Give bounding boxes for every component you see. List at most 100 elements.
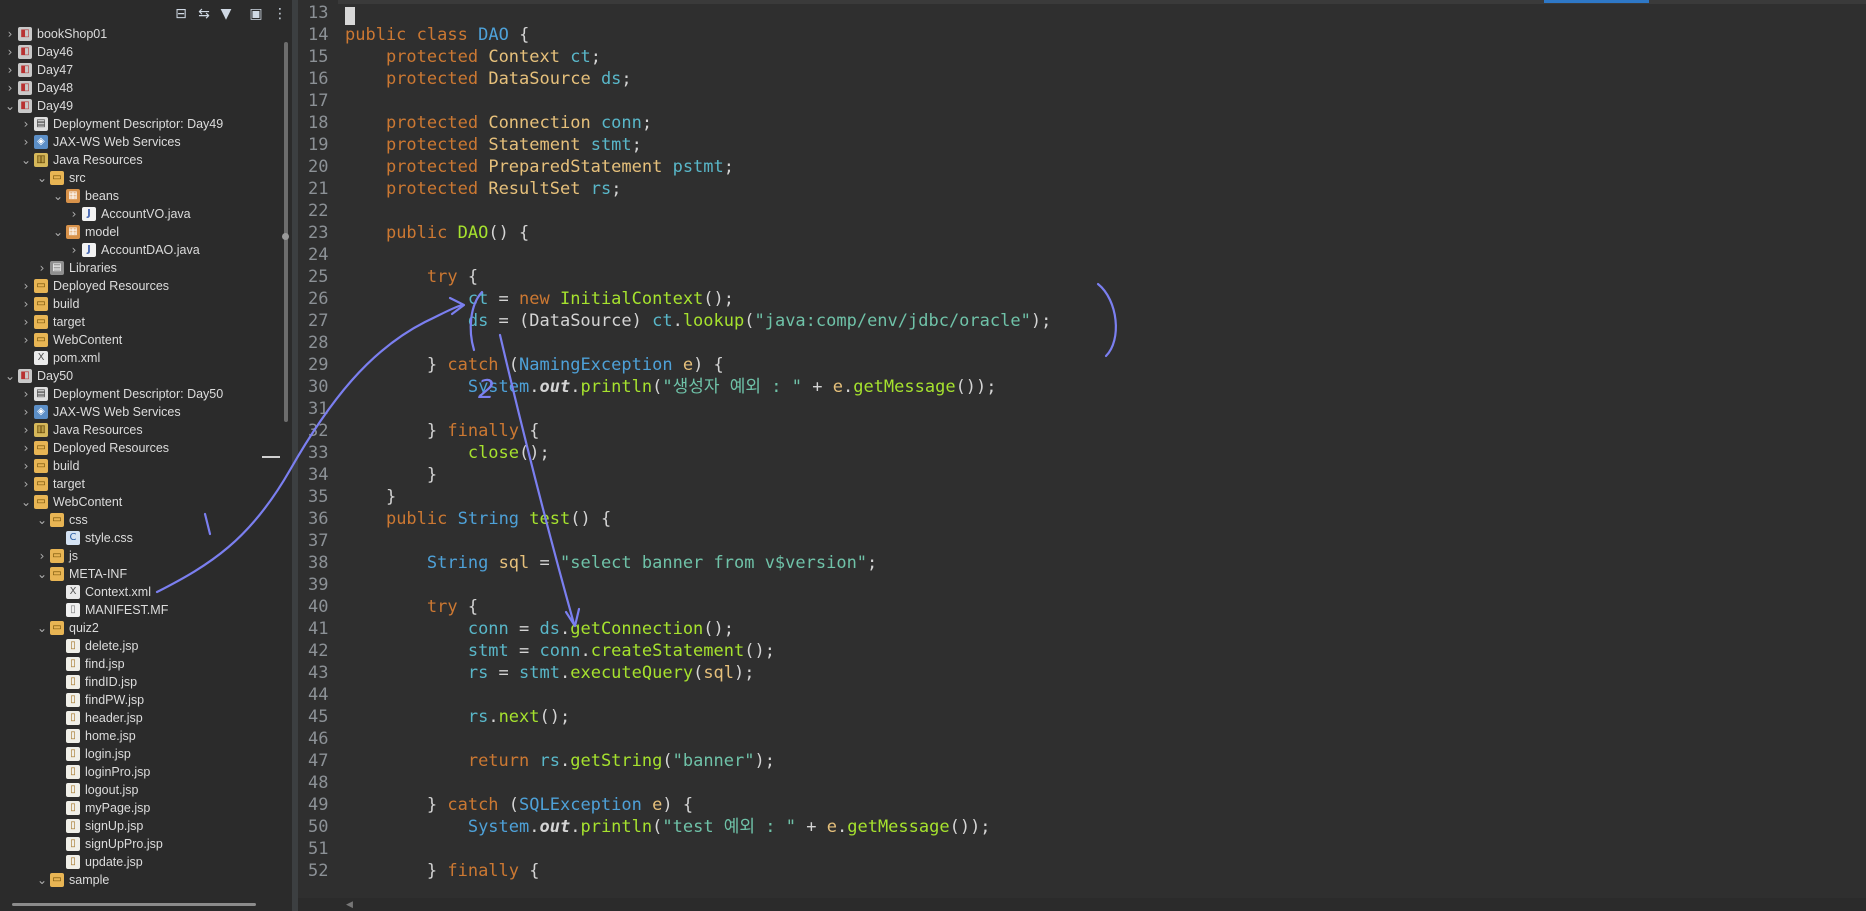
chevron-down-icon[interactable]: ⌄ (36, 871, 48, 889)
chevron-down-icon[interactable]: ⌄ (20, 151, 32, 169)
breakpoint-marker-icon[interactable] (282, 233, 289, 240)
code-line[interactable]: } (345, 486, 396, 508)
chevron-right-icon[interactable]: › (20, 457, 32, 475)
code-line[interactable]: rs = stmt.executeQuery(sql); (345, 662, 755, 684)
tree-item[interactable]: ▯ MANIFEST.MF (0, 601, 280, 619)
code-line[interactable]: try { (345, 596, 478, 618)
chevron-right-icon[interactable]: › (68, 241, 80, 259)
chevron-right-icon[interactable]: › (4, 61, 16, 79)
chevron-right-icon[interactable]: › (36, 259, 48, 277)
editor-horizontal-scrollbar[interactable]: ◀ (298, 898, 1866, 911)
tree-item[interactable]: X Context.xml (0, 583, 280, 601)
tree-item[interactable]: ▯ login.jsp (0, 745, 280, 763)
chevron-right-icon[interactable]: › (68, 205, 80, 223)
tree-item[interactable]: › ▭ target (0, 313, 280, 331)
code-line[interactable]: protected DataSource ds; (345, 68, 632, 90)
tree-item[interactable]: › ▭ build (0, 457, 280, 475)
chevron-down-icon[interactable]: ⌄ (36, 169, 48, 187)
code-line[interactable]: protected Connection conn; (345, 112, 652, 134)
tree-item[interactable]: ⌄ ▭ src (0, 169, 280, 187)
tree-item[interactable]: › ◧ Day48 (0, 79, 280, 97)
tree-vertical-scrollbar[interactable] (282, 28, 290, 908)
tree-item[interactable]: › J AccountVO.java (0, 205, 280, 223)
tree-item[interactable]: ▯ signUpPro.jsp (0, 835, 280, 853)
tree-item[interactable]: › ◈ JAX-WS Web Services (0, 133, 280, 151)
tree-item[interactable]: › ▤ Deployment Descriptor: Day50 (0, 385, 280, 403)
chevron-right-icon[interactable]: › (4, 43, 16, 61)
tree-item[interactable]: ▯ logout.jsp (0, 781, 280, 799)
tree-item[interactable]: ⌄ ▭ css (0, 511, 280, 529)
tree-item[interactable]: › ◧ Day47 (0, 61, 280, 79)
code-line[interactable]: } catch (NamingException e) { (345, 354, 724, 376)
focus-icon[interactable]: ▣ (247, 5, 265, 23)
code-line[interactable]: System.out.println("생성자 예외 : " + e.getMe… (345, 376, 997, 398)
chevron-down-icon[interactable]: ⌄ (20, 493, 32, 511)
tree-item[interactable]: ⌄ ▦ model (0, 223, 280, 241)
tree-item[interactable]: ⌄ ▦ beans (0, 187, 280, 205)
tree-item[interactable]: Cstyle.css (0, 529, 280, 547)
code-line[interactable]: public String test() { (345, 508, 611, 530)
code-line[interactable]: System.out.println("test 예외 : " + e.getM… (345, 816, 991, 838)
chevron-right-icon[interactable]: › (20, 313, 32, 331)
code-line[interactable]: } finally { (345, 420, 540, 442)
chevron-right-icon[interactable]: › (20, 421, 32, 439)
chevron-right-icon[interactable]: › (4, 79, 16, 97)
tree-item[interactable]: › ▭ WebContent (0, 331, 280, 349)
chevron-right-icon[interactable]: › (20, 115, 32, 133)
tree-item[interactable]: Xpom.xml (0, 349, 280, 367)
code-line[interactable]: protected Context ct; (345, 46, 601, 68)
tree-item[interactable]: › ▤ Deployment Descriptor: Day49 (0, 115, 280, 133)
tree-item[interactable]: ▯ home.jsp (0, 727, 280, 745)
view-menu-icon[interactable]: ⋮ (271, 5, 289, 23)
chevron-right-icon[interactable]: › (20, 403, 32, 421)
code-line[interactable]: conn = ds.getConnection(); (345, 618, 734, 640)
tree-item[interactable]: ▯ signUp.jsp (0, 817, 280, 835)
tree-item[interactable]: › ▭ target (0, 475, 280, 493)
tree-item[interactable]: ▯ findPW.jsp (0, 691, 280, 709)
tree-item[interactable]: › ◈ JAX-WS Web Services (0, 403, 280, 421)
code-editor[interactable]: 13 14 15 16 17 18 19 20 21 22 23 24 25 26 27 28 29 30 31 32… (298, 0, 1866, 911)
code-line[interactable]: ds = (DataSource) ct.lookup("java:comp/e… (345, 310, 1051, 332)
chevron-right-icon[interactable]: › (20, 475, 32, 493)
chevron-right-icon[interactable]: › (20, 295, 32, 313)
tree-item[interactable]: › ▭ js (0, 547, 280, 565)
chevron-down-icon[interactable]: ⌄ (4, 367, 16, 385)
tree-horizontal-scrollbar[interactable] (12, 903, 256, 906)
code-line[interactable]: protected Statement stmt; (345, 134, 642, 156)
chevron-down-icon[interactable]: ⌄ (36, 565, 48, 583)
code-line[interactable]: return rs.getString("banner"); (345, 750, 775, 772)
tree-item[interactable]: ▯ update.jsp (0, 853, 280, 871)
tree-item[interactable]: › ▤ Libraries (0, 259, 280, 277)
tree-item[interactable]: › J AccountDAO.java (0, 241, 280, 259)
chevron-down-icon[interactable]: ⌄ (52, 223, 64, 241)
tree-item[interactable]: ▯ findID.jsp (0, 673, 280, 691)
chevron-right-icon[interactable]: › (36, 547, 48, 565)
code-line[interactable]: public DAO() { (345, 222, 529, 244)
chevron-down-icon[interactable]: ⌄ (4, 97, 16, 115)
tree-scrollbar-thumb[interactable] (284, 42, 288, 422)
code-line[interactable]: } (345, 464, 437, 486)
code-line[interactable]: protected ResultSet rs; (345, 178, 621, 200)
code-line[interactable]: } catch (SQLException e) { (345, 794, 693, 816)
tree-item[interactable]: ▯ myPage.jsp (0, 799, 280, 817)
code-line[interactable]: public class DAO { (345, 24, 529, 46)
tree-item[interactable]: ⌄ ▥ Java Resources (0, 151, 280, 169)
code-line[interactable]: } finally { (345, 860, 540, 882)
chevron-right-icon[interactable]: › (20, 439, 32, 457)
chevron-right-icon[interactable]: › (20, 277, 32, 295)
chevron-right-icon[interactable]: › (20, 331, 32, 349)
code-line[interactable]: protected PreparedStatement pstmt; (345, 156, 734, 178)
chevron-down-icon[interactable]: ⌄ (36, 511, 48, 529)
tree-item[interactable]: ▯ header.jsp (0, 709, 280, 727)
scroll-left-icon[interactable]: ◀ (346, 900, 353, 910)
tree-item[interactable]: ⌄ ▭ WebContent (0, 493, 280, 511)
tree-item[interactable]: › ▭ Deployed Resources (0, 439, 280, 457)
tree-item[interactable]: › ▥ Java Resources (0, 421, 280, 439)
code-line[interactable]: String sql = "select banner from v$versi… (345, 552, 877, 574)
tree-item[interactable]: › ▭ Deployed Resources (0, 277, 280, 295)
chevron-right-icon[interactable]: › (20, 133, 32, 151)
link-with-editor-icon[interactable]: ⇆ (195, 5, 213, 23)
tree-item[interactable]: ⌄ ◧ Day49 (0, 97, 280, 115)
tree-item[interactable]: › ◧ Day46 (0, 43, 280, 61)
tree-item[interactable]: › ▭ build (0, 295, 280, 313)
